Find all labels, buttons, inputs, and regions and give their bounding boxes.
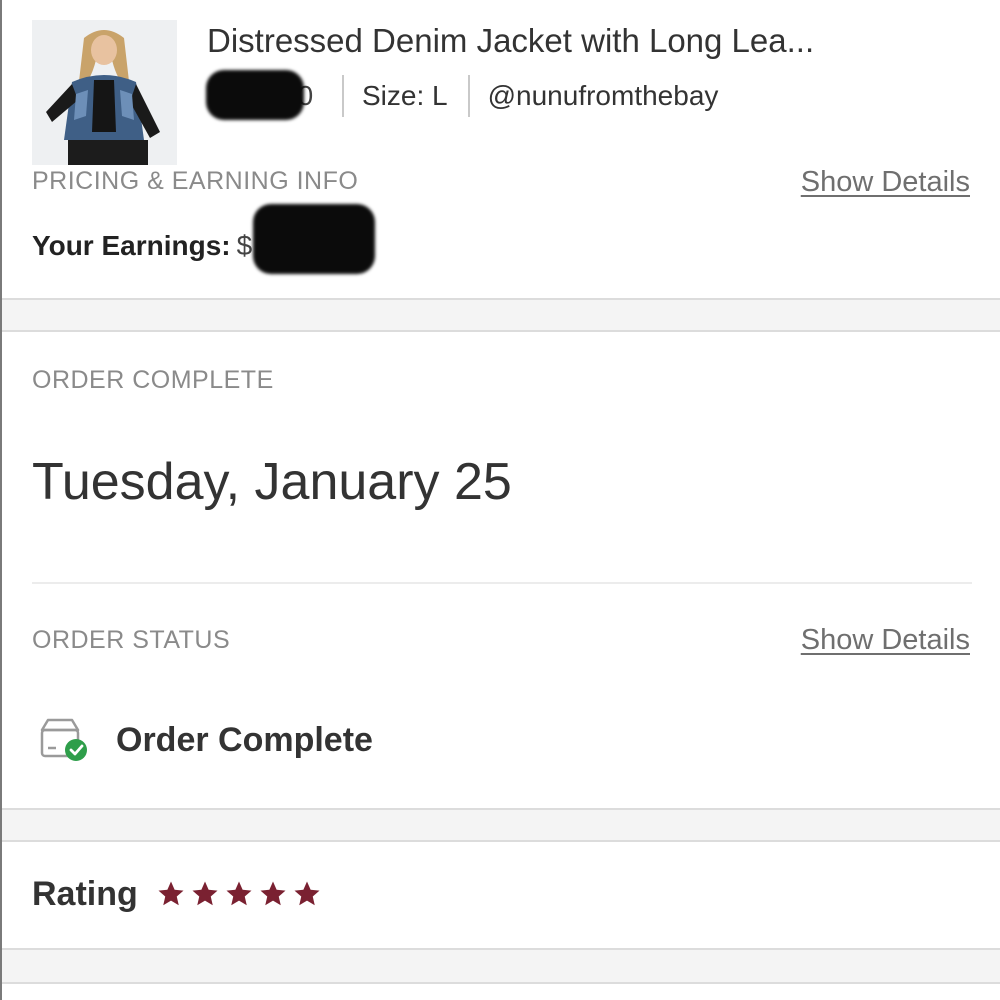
pricing-section-label: PRICING & EARNING INFO bbox=[32, 167, 359, 195]
order-complete-label: ORDER COMPLETE bbox=[32, 366, 274, 394]
rating-row: Rating bbox=[32, 866, 322, 922]
price-redacted: 00 bbox=[202, 70, 322, 122]
product-photo-image bbox=[32, 20, 177, 165]
product-size: Size: L bbox=[362, 80, 448, 111]
redaction-mark bbox=[252, 204, 375, 274]
order-status-value: Order Complete bbox=[116, 720, 373, 759]
star-icon bbox=[260, 881, 286, 906]
redaction-mark bbox=[206, 70, 304, 120]
meta-separator bbox=[467, 75, 470, 117]
meta-separator bbox=[342, 75, 344, 117]
order-status-label: ORDER STATUS bbox=[32, 626, 231, 654]
product-thumbnail[interactable] bbox=[32, 20, 177, 165]
section-spacer bbox=[2, 298, 1000, 332]
pricing-show-details-link[interactable]: Show Details bbox=[801, 166, 970, 199]
earnings-label: Your Earnings: bbox=[32, 230, 231, 261]
rating-stars bbox=[156, 879, 322, 909]
star-icon bbox=[294, 881, 320, 906]
star-icon bbox=[158, 881, 184, 906]
product-title[interactable]: Distressed Denim Jacket with Long Lea... bbox=[207, 22, 814, 60]
package-check-icon bbox=[38, 716, 90, 764]
section-spacer bbox=[2, 808, 1000, 842]
earnings-redacted: $ 00 bbox=[231, 204, 375, 276]
star-icon bbox=[192, 881, 218, 906]
rating-label: Rating bbox=[32, 874, 138, 913]
divider bbox=[32, 582, 972, 584]
earnings-row: Your Earnings: $ 00 bbox=[32, 204, 375, 276]
section-spacer bbox=[2, 948, 1000, 984]
status-show-details-link[interactable]: Show Details bbox=[801, 624, 970, 657]
star-icon bbox=[226, 881, 252, 906]
order-status-row: Order Complete bbox=[38, 712, 373, 768]
product-meta-row: 00 Size: L @nunufromthebay bbox=[202, 70, 718, 122]
order-complete-date: Tuesday, January 25 bbox=[32, 453, 512, 511]
seller-handle[interactable]: @nunufromthebay bbox=[488, 80, 719, 112]
order-details-screen: Distressed Denim Jacket with Long Lea...… bbox=[0, 0, 1000, 1000]
